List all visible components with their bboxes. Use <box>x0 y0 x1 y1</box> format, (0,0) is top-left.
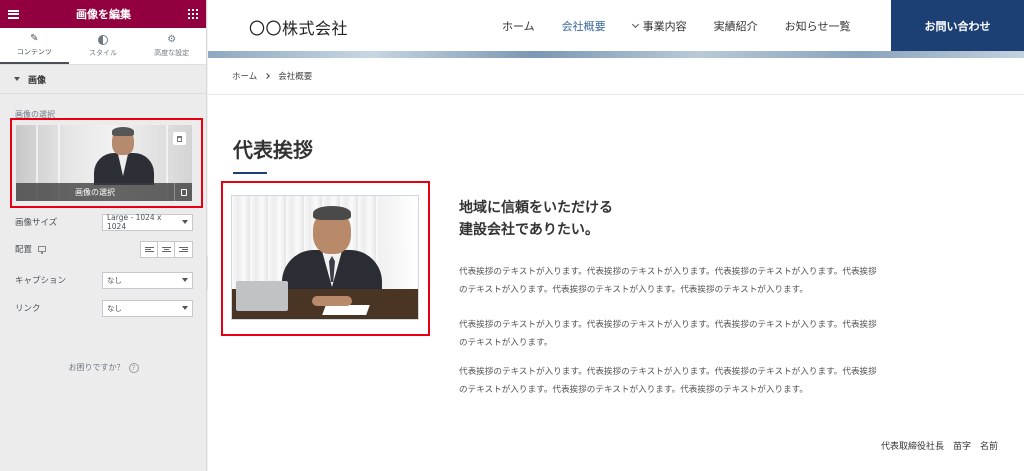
chevron-down-icon <box>182 306 188 310</box>
tab-style[interactable]: スタイル <box>69 28 138 64</box>
paragraph-line: 代表挨拶のテキストが入ります。代表挨拶のテキストが入ります。代表挨拶のテキストが… <box>459 320 877 330</box>
highlight-box-preview <box>221 181 430 336</box>
tab-style-label: スタイル <box>89 48 117 57</box>
tab-advanced-label: 高度な設定 <box>154 49 190 57</box>
alignment-label-text: 配置 <box>15 245 33 255</box>
page-preview: 〇〇株式会社 ホーム 会社概要 事業内容 実績紹介 お知らせ一覧 お問い合わせ … <box>208 0 1024 471</box>
breadcrumb: ホーム 会社概要 <box>208 58 1024 95</box>
breadcrumb-current: 会社概要 <box>278 72 313 82</box>
tab-content-label: コンテンツ <box>16 48 52 56</box>
tab-content[interactable]: ✎ コンテンツ <box>0 28 69 64</box>
chevron-down-icon <box>631 20 639 28</box>
image-size-value: Large - 1024 x 1024 <box>107 213 162 231</box>
nav-business[interactable]: 事業内容 <box>631 18 687 34</box>
paragraph-line: のテキストが入ります。代表挨拶のテキストが入ります。代表挨拶のテキストが入ります… <box>459 284 808 295</box>
align-left-button[interactable] <box>141 241 158 257</box>
chevron-down-icon <box>182 220 188 224</box>
site-logo[interactable]: 〇〇株式会社 <box>249 15 348 39</box>
greeting-paragraph-2: 代表挨拶のテキストが入ります。代表挨拶のテキストが入ります。代表挨拶のテキストが… <box>459 317 1007 352</box>
link-value: なし <box>107 303 122 313</box>
caret-down-icon <box>14 77 20 81</box>
widgets-grid-icon[interactable] <box>188 9 198 19</box>
headline-line-2: 建設会社でありたい。 <box>459 222 599 238</box>
hero-image-strip <box>208 51 1024 58</box>
contact-button[interactable]: お問い合わせ <box>891 0 1024 51</box>
question-circle-icon: ? <box>128 362 139 373</box>
main-nav: ホーム 会社概要 事業内容 実績紹介 お知らせ一覧 <box>502 0 877 51</box>
alignment-control: 配置 <box>15 240 193 258</box>
panel-tabs: ✎ コンテンツ スタイル ⚙ 高度な設定 <box>0 28 206 65</box>
headline-line-1: 地域に信頼をいただける <box>459 200 613 216</box>
paragraph-line: 代表挨拶のテキストが入ります。代表挨拶のテキストが入ります。代表挨拶のテキストが… <box>459 367 877 377</box>
paragraph-line: のテキストが入ります。 <box>459 337 553 348</box>
page-title: 代表挨拶 <box>233 138 313 162</box>
nav-company[interactable]: 会社概要 <box>562 18 606 34</box>
pencil-icon: ✎ <box>30 33 39 44</box>
align-right-button[interactable] <box>175 242 192 257</box>
link-control: リンク なし <box>15 299 193 317</box>
panel-header: 画像を編集 <box>0 0 206 28</box>
image-size-select[interactable]: Large - 1024 x 1024 <box>102 213 193 231</box>
align-center-button[interactable] <box>158 241 175 257</box>
desktop-icon[interactable] <box>38 246 47 254</box>
nav-home[interactable]: ホーム <box>502 18 535 34</box>
breadcrumb-home[interactable]: ホーム <box>232 70 257 82</box>
panel-title: 画像を編集 <box>76 8 131 21</box>
nav-business-label: 事業内容 <box>642 19 687 33</box>
nav-news[interactable]: お知らせ一覧 <box>785 18 851 34</box>
gear-icon: ⚙ <box>167 34 177 45</box>
link-label: リンク <box>15 304 41 314</box>
section-title: 画像 <box>28 75 47 86</box>
caption-select[interactable]: なし <box>102 271 193 289</box>
help-text: お困りですか？ <box>68 363 125 372</box>
half-circle-icon <box>98 34 108 45</box>
caption-value: なし <box>107 275 122 285</box>
editor-panel: 画像を編集 ✎ コンテンツ スタイル ⚙ 高度な設定 画像 画像の選択 画像の選… <box>0 0 207 471</box>
alignment-buttons <box>140 240 193 258</box>
paragraph-line: 代表挨拶のテキストが入ります。代表挨拶のテキストが入ります。代表挨拶のテキストが… <box>459 267 877 277</box>
caption-label: キャプション <box>15 276 67 286</box>
ceo-signature: 代表取締役社長 苗字 名前 <box>880 442 998 452</box>
site-header: 〇〇株式会社 ホーム 会社概要 事業内容 実績紹介 お知らせ一覧 お問い合わせ <box>208 0 1024 51</box>
image-size-label: 画像サイズ <box>15 218 58 228</box>
help-link[interactable]: お困りですか？ ? <box>0 362 207 373</box>
nav-works[interactable]: 実績紹介 <box>714 18 758 34</box>
section-image-toggle[interactable]: 画像 <box>0 65 206 94</box>
caption-control: キャプション なし <box>15 271 193 289</box>
greeting-paragraph-1: 代表挨拶のテキストが入ります。代表挨拶のテキストが入ります。代表挨拶のテキストが… <box>459 264 1007 299</box>
hamburger-menu-icon[interactable] <box>8 9 19 19</box>
link-select[interactable]: なし <box>102 299 193 317</box>
chevron-right-icon <box>264 73 271 79</box>
greeting-paragraph-3: 代表挨拶のテキストが入ります。代表挨拶のテキストが入ります。代表挨拶のテキストが… <box>459 364 1007 399</box>
image-size-control: 画像サイズ Large - 1024 x 1024 <box>15 213 193 231</box>
alignment-label: 配置 <box>15 243 47 255</box>
title-underline <box>233 172 267 174</box>
greeting-headline: 地域に信頼をいただける 建設会社でありたい。 <box>459 197 613 241</box>
highlight-box-panel <box>10 118 203 208</box>
chevron-down-icon <box>182 278 188 282</box>
paragraph-line: のテキストが入ります。代表挨拶のテキストが入ります。代表挨拶のテキストが入ります… <box>459 384 808 395</box>
tab-advanced[interactable]: ⚙ 高度な設定 <box>137 28 206 64</box>
